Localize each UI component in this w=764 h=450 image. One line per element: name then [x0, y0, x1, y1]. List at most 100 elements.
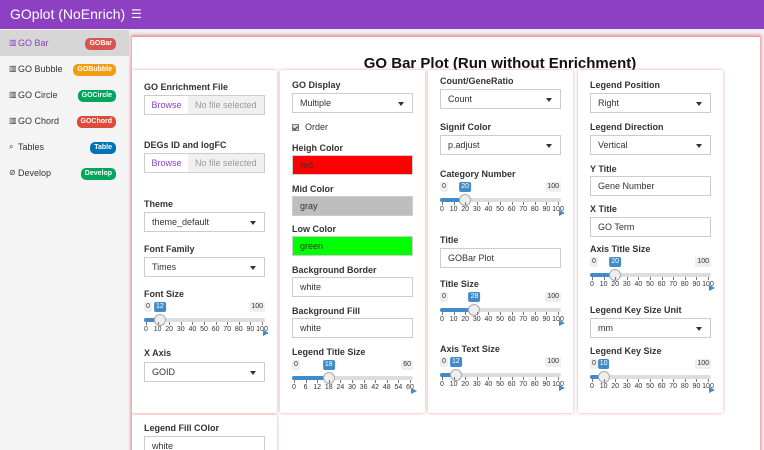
- slider-tick: [476, 202, 478, 205]
- sidebar-badge: GOBar: [85, 38, 116, 50]
- play-icon[interactable]: [411, 388, 417, 394]
- slider-tick-label: 90: [542, 381, 551, 388]
- slider-tick: [523, 202, 525, 205]
- x-title-input[interactable]: GO Term: [590, 217, 711, 237]
- slider-tick: [546, 377, 548, 380]
- slider-max-label: 100: [695, 359, 711, 369]
- slider-tick: [465, 202, 467, 205]
- slider-tick-label: 40: [634, 383, 643, 390]
- slider-tick-label: 50: [200, 326, 208, 333]
- sidebar-badge: GOBubble: [73, 64, 116, 76]
- slider-tick: [465, 312, 467, 315]
- slider-tick-label: 0: [590, 383, 594, 390]
- file-name: No file selected: [188, 96, 264, 114]
- slider-tick-label: 60: [657, 383, 666, 390]
- x-axis-label: X Axis: [144, 348, 172, 358]
- slider-tick-label: 0: [590, 281, 594, 288]
- slider-tick: [146, 322, 147, 325]
- chevron-down-icon: [696, 102, 702, 106]
- slider-tick-label: 90: [246, 326, 255, 333]
- slider-tick-label: 20: [611, 383, 620, 390]
- axis-text-size-slider[interactable]: 0 100 12 0 10 20 30 40 50 60 70 80 90 100: [440, 357, 565, 391]
- slider-tick-labels: 0 10 20 30 40 50 60 70 80 90 100: [590, 383, 714, 392]
- slider-tick: [511, 202, 513, 205]
- hamburger-icon[interactable]: ☰: [131, 6, 142, 22]
- slider-max-label: 100: [545, 357, 561, 367]
- slider-tick: [453, 377, 455, 380]
- mid-color-input[interactable]: gray: [292, 196, 413, 216]
- theme-label: Theme: [144, 199, 174, 209]
- title-size-slider[interactable]: 0 100 28 0 10 20 30 40 50 60 70 80 90 100: [440, 292, 565, 326]
- sidebar-item-go-bar[interactable]: ▥ GO Bar GOBar: [0, 30, 129, 56]
- browse-button[interactable]: Browse: [145, 154, 188, 172]
- play-icon[interactable]: [263, 330, 269, 336]
- bg-fill-label: Background Fill: [292, 306, 361, 316]
- play-icon[interactable]: [709, 387, 715, 393]
- y-title-input[interactable]: Gene Number: [590, 176, 711, 196]
- slider-tick-label: 40: [188, 326, 197, 333]
- slider-tick-label: 20: [165, 326, 174, 333]
- slider-tick-label: 60: [507, 206, 516, 213]
- order-label: Order: [305, 122, 329, 132]
- legend-key-size-slider[interactable]: 0 100 10 0 10 20 30 40 50 60 70 80 90 100: [590, 359, 715, 393]
- slider-tick-label: 70: [519, 381, 528, 388]
- slider-tick: [500, 202, 501, 205]
- legend-key-unit-select[interactable]: mm: [590, 318, 711, 338]
- play-icon[interactable]: [559, 210, 565, 216]
- slider-tick: [340, 380, 342, 383]
- sidebar-item-go-circle[interactable]: ▥ GO Circle GOCircle: [0, 82, 129, 108]
- slider-tick: [305, 380, 307, 383]
- sidebar-item-go-chord[interactable]: ▥ GO Chord GOChord: [0, 108, 129, 134]
- slider-tick: [684, 379, 686, 382]
- bg-fill-input[interactable]: white: [292, 318, 413, 338]
- slider-tick: [592, 379, 593, 382]
- content-area: GO Bar Plot (Run without Enrichment) GO …: [129, 29, 764, 450]
- slider-max-label: 100: [695, 257, 711, 267]
- slider-tick: [192, 322, 194, 325]
- font-size-slider[interactable]: 0 100 12 0 10 20 30 40 50 60 70 80 90 100: [144, 302, 269, 336]
- sidebar-item-tables[interactable]: ⌕ Tables Table: [0, 134, 129, 160]
- legend-fill-label: Legend Fill COlor: [144, 423, 220, 433]
- signif-color-select[interactable]: p.adjust: [440, 135, 561, 155]
- play-icon[interactable]: [709, 285, 715, 291]
- legend-title-size-slider[interactable]: 0 60 18 0 6 12 18 24 30 36 42 48 54 60: [292, 360, 417, 394]
- x-axis-select[interactable]: GOID: [144, 362, 265, 382]
- slider-tick: [626, 277, 628, 280]
- slider-tick: [615, 379, 617, 382]
- browse-button[interactable]: Browse: [145, 96, 188, 114]
- slider-tick-label: 80: [234, 326, 243, 333]
- count-select[interactable]: Count: [440, 89, 561, 109]
- slider-tick: [453, 202, 455, 205]
- y-title-label: Y Title: [590, 164, 617, 174]
- enrich-file-input[interactable]: Browse No file selected: [144, 95, 265, 115]
- slider-tick: [488, 312, 490, 315]
- go-display-select[interactable]: Multiple: [292, 93, 413, 113]
- low-color-input[interactable]: green: [292, 236, 413, 256]
- axis-title-size-slider[interactable]: 0 100 20 0 10 20 30 40 50 60 70 80 90 100: [590, 257, 715, 291]
- legend-fill-input[interactable]: white: [144, 436, 265, 450]
- degs-file-input[interactable]: Browse No file selected: [144, 153, 265, 173]
- play-icon[interactable]: [559, 320, 565, 326]
- sidebar-item-develop[interactable]: ⊘ Develop Develop: [0, 160, 129, 186]
- slider-tick: [500, 312, 501, 315]
- category-number-slider[interactable]: 0 100 20 0 10 20 30 40 50 60 70 80 90 100: [440, 182, 565, 216]
- signif-color-label: Signif Color: [440, 122, 491, 132]
- heigh-color-input[interactable]: red: [292, 155, 413, 175]
- sidebar: ▥ GO Bar GOBar ▥ GO Bubble GOBubble ▥ GO…: [0, 29, 129, 450]
- slider-tick: [442, 377, 443, 380]
- theme-select[interactable]: theme_default: [144, 212, 265, 232]
- legend-direction-select[interactable]: Vertical: [590, 135, 711, 155]
- panel-colors: GO Display Multiple Order Heigh Color re…: [280, 70, 425, 413]
- order-checkbox[interactable]: [292, 124, 299, 131]
- bg-border-input[interactable]: white: [292, 277, 413, 297]
- sidebar-item-go-bubble[interactable]: ▥ GO Bubble GOBubble: [0, 56, 129, 82]
- legend-position-select[interactable]: Right: [590, 93, 711, 113]
- chart-icon: ▥: [9, 116, 17, 125]
- legend-direction-label: Legend Direction: [590, 122, 664, 132]
- title-input[interactable]: GOBar Plot: [440, 248, 561, 268]
- play-icon[interactable]: [559, 385, 565, 391]
- font-family-select[interactable]: Times: [144, 257, 265, 277]
- slider-tick: [476, 312, 478, 315]
- slider-tick: [363, 380, 365, 383]
- chevron-down-icon: [250, 371, 256, 375]
